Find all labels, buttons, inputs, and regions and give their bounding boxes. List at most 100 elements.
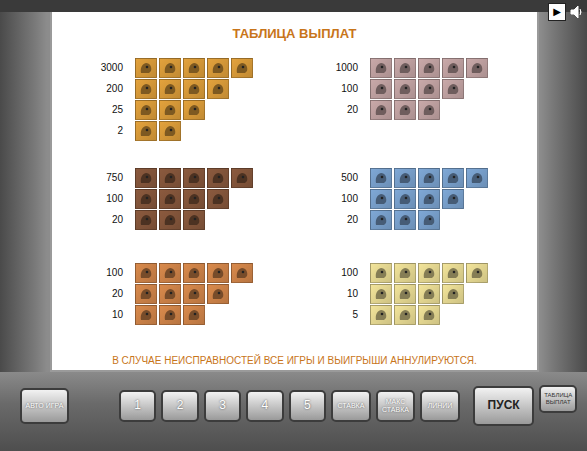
payout-value: 200 [95,83,135,94]
symbol-icon [394,58,416,78]
symbol-icon [183,210,205,230]
symbol-icon [207,58,229,78]
payout-row: 100 [330,78,565,99]
symbol-icon [207,189,229,209]
symbol-icon [159,58,181,78]
payout-row: 100 [95,188,330,209]
symbol-icon [135,284,157,304]
symbol-icon [418,58,440,78]
symbol-icon [394,263,416,283]
button-label: 2 [177,399,184,412]
symbol-icon [159,79,181,99]
symbol-icon [418,305,440,325]
console-button[interactable]: 5 [289,390,326,422]
symbol-set [370,210,440,230]
symbol-icon [394,210,416,230]
payout-row: 100 [95,262,330,283]
console-button[interactable]: СТАВКА [331,390,371,422]
symbol-set [370,284,464,304]
symbol-icon [231,168,253,188]
symbol-icon [466,168,488,188]
corner-controls: ▶ [548,3,585,21]
payout-value: 750 [95,172,135,183]
payout-row: 3000 [95,57,330,78]
symbol-icon [183,58,205,78]
symbol-set [370,100,440,120]
payout-value: 25 [95,104,135,115]
symbol-icon [159,121,181,141]
console-button[interactable]: АВТО ИГРА [20,388,69,424]
symbol-icon [159,284,181,304]
payout-value: 100 [95,267,135,278]
symbol-icon [370,210,392,230]
button-label: АВТО ИГРА [25,402,63,409]
symbol-set [370,305,440,325]
payout-group: 750 100 20 [95,167,330,262]
console-button[interactable]: ПУСК [473,386,535,426]
payout-row: 5 [330,304,565,325]
payout-value: 20 [95,214,135,225]
payout-row: 20 [95,283,330,304]
symbol-icon [135,121,157,141]
button-label: ПУСК [488,399,520,412]
symbol-icon [183,305,205,325]
payout-row: 20 [330,209,565,230]
symbol-icon [394,284,416,304]
symbol-icon [183,79,205,99]
symbol-icon [418,284,440,304]
symbol-icon [231,58,253,78]
symbol-icon [370,305,392,325]
symbol-icon [231,263,253,283]
console-button[interactable]: 4 [246,390,283,422]
symbol-set [135,263,253,283]
disclaimer-text: В СЛУЧАЕ НЕИСПРАВНОСТЕЙ ВСЕ ИГРЫ И ВЫИГР… [52,349,537,370]
symbol-icon [418,263,440,283]
button-label: МАКС СТАВКА [380,398,412,413]
symbol-set [135,58,253,78]
payout-row: 200 [95,78,330,99]
payout-value: 2 [95,125,135,136]
symbol-icon [370,100,392,120]
payout-value: 5 [330,309,370,320]
console-button[interactable]: 3 [204,390,241,422]
symbol-icon [135,79,157,99]
play-button[interactable]: ▶ [548,3,566,21]
symbol-icon [394,79,416,99]
payout-value: 500 [330,172,370,183]
console-button[interactable]: 2 [161,390,198,422]
payout-value: 10 [95,309,135,320]
symbol-icon [159,189,181,209]
symbol-icon [183,284,205,304]
symbol-icon [394,168,416,188]
payout-value: 100 [330,83,370,94]
symbol-icon [135,305,157,325]
payout-value: 100 [95,193,135,204]
payout-row: 2 [95,120,330,141]
speaker-icon[interactable] [569,4,585,20]
symbol-icon [442,284,464,304]
symbol-set [135,79,229,99]
symbol-icon [370,263,392,283]
symbol-icon [207,168,229,188]
symbol-icon [135,168,157,188]
symbol-icon [370,79,392,99]
console-button[interactable]: ТАБЛИЦА ВЫПЛАТ [539,385,577,413]
button-label: 5 [304,399,311,412]
cabinet: ТАБЛИЦА ВЫПЛАТ30002002521000100207501002… [0,0,587,372]
symbol-icon [135,100,157,120]
symbol-icon [394,100,416,120]
payout-value: 3000 [95,62,135,73]
symbol-icon [159,210,181,230]
symbol-icon [135,263,157,283]
console-button[interactable]: МАКС СТАВКА [376,390,416,422]
symbol-set [370,168,488,188]
payout-value: 20 [95,288,135,299]
console-button[interactable]: 1 [119,390,156,422]
symbol-icon [207,263,229,283]
symbol-icon [370,284,392,304]
console-button[interactable]: ЛИНИИ [420,390,460,422]
payout-row: 10 [330,283,565,304]
symbol-icon [394,189,416,209]
symbol-icon [418,210,440,230]
payout-row: 750 [95,167,330,188]
